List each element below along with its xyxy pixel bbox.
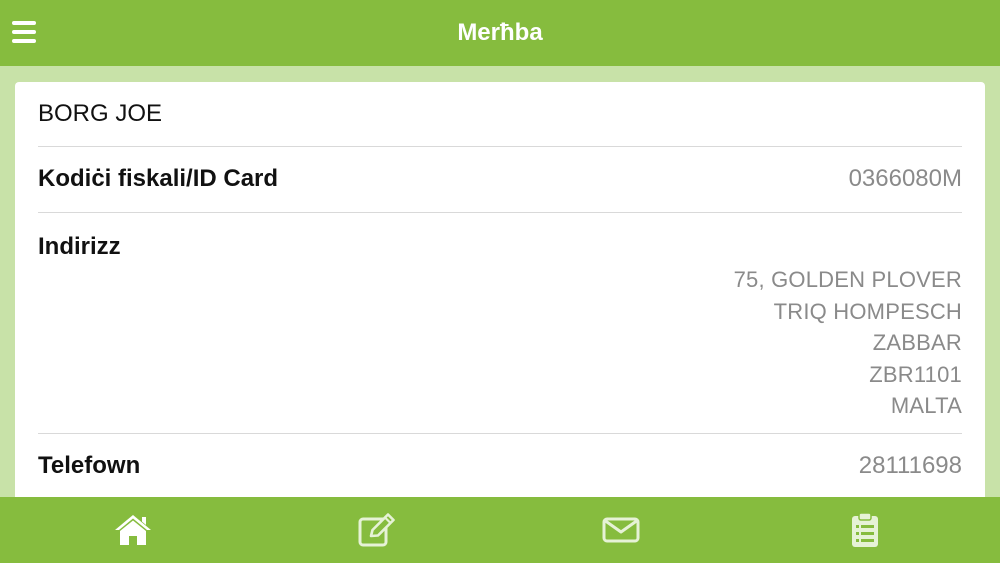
nav-home-button[interactable]: [111, 511, 155, 549]
address-line: MALTA: [890, 393, 962, 418]
address-line: TRIQ HOMPESCH: [773, 298, 962, 324]
address-line: ZABBAR: [872, 330, 962, 355]
phone-value: 28111698: [858, 452, 962, 479]
profile-card: BORG JOE Kodiċi fiskali/ID Card 0366080M…: [15, 82, 985, 502]
profile-name: BORG JOE: [38, 100, 163, 127]
mail-icon: [602, 517, 640, 543]
address-line: ZBR1101: [869, 361, 962, 387]
phone-label: Telefown: [38, 452, 141, 479]
address-row: Indirizz 75, GOLDEN PLOVER TRIQ HOMPESCH…: [15, 213, 985, 434]
phone-row: Telefown 28111698: [15, 434, 985, 502]
nav-clipboard-button[interactable]: [843, 511, 887, 549]
id-card-label: Kodiċi fiskali/ID Card: [38, 165, 279, 192]
address-label: Indirizz: [38, 233, 121, 260]
address-lines: 75, GOLDEN PLOVER TRIQ HOMPESCH ZABBAR Z…: [734, 264, 962, 422]
bottom-nav-bar: [0, 497, 1000, 563]
home-icon: [115, 515, 151, 545]
name-row: BORG JOE: [15, 82, 985, 147]
nav-edit-button[interactable]: [355, 511, 399, 549]
address-line: 75, GOLDEN PLOVER: [733, 267, 962, 292]
id-card-row: Kodiċi fiskali/ID Card 0366080M: [15, 147, 985, 213]
hamburger-menu-icon[interactable]: [12, 20, 36, 44]
page-title: Merħba: [457, 19, 543, 46]
nav-mail-button[interactable]: [599, 511, 643, 549]
id-card-value: 0366080M: [848, 165, 962, 192]
edit-icon: [358, 513, 395, 547]
top-app-bar: Merħba: [0, 0, 1000, 66]
clipboard-icon: [852, 512, 878, 547]
